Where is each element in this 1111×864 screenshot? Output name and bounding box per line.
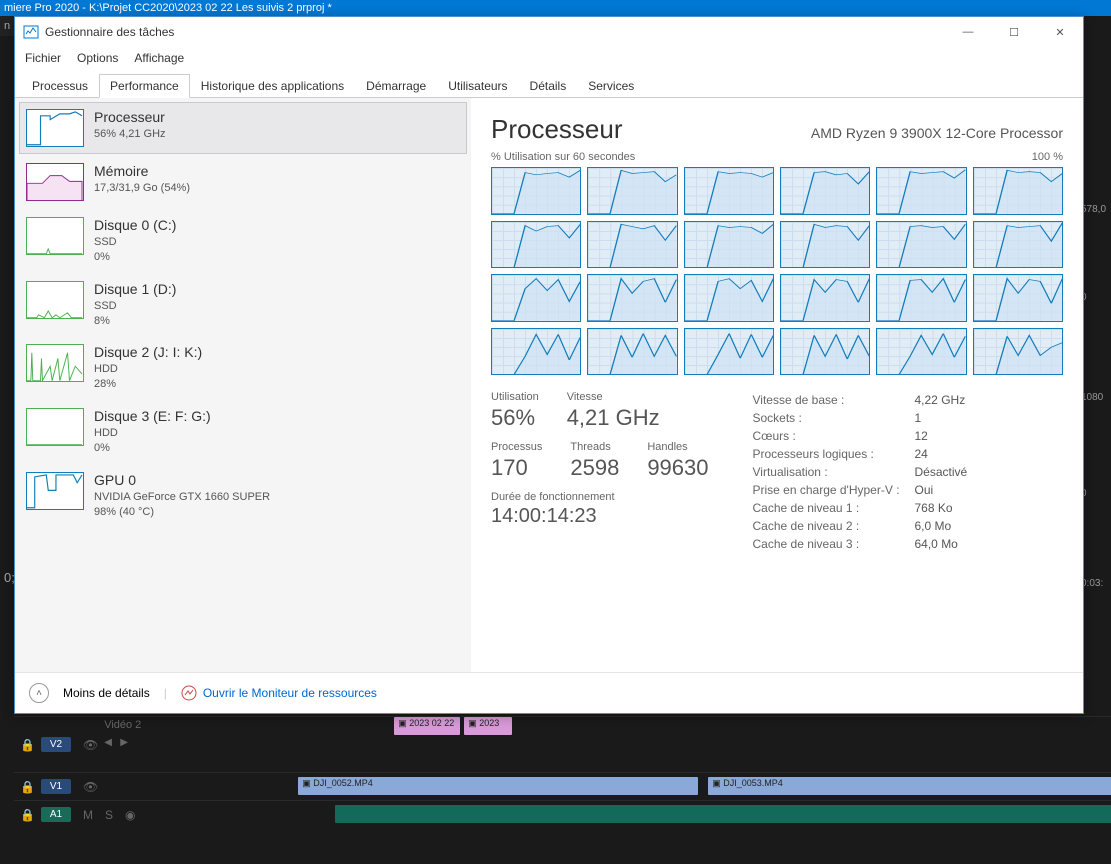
processes-value: 170: [491, 455, 542, 481]
cpu-core-chart: [876, 274, 966, 322]
menu-file[interactable]: Fichier: [25, 51, 61, 65]
cpu-core-chart: [780, 328, 870, 376]
window-title: Gestionnaire des tâches: [45, 25, 945, 39]
cpu-core-chart: [973, 328, 1063, 376]
sidebar-item-cpu[interactable]: Processeur56% 4,21 GHz: [19, 102, 467, 154]
premiere-timeline: 0; 🔒 V2 👁 Vidéo 2 ◀ ▶ ▣ 2023 02 22 ▣ 202…: [14, 716, 1111, 864]
tab-users[interactable]: Utilisateurs: [437, 74, 518, 98]
cpu-core-chart: [491, 221, 581, 269]
task-manager-footer: ˄ Moins de détails | Ouvrir le Moniteur …: [15, 672, 1083, 713]
cpu-core-chart: [587, 221, 677, 269]
tab-performance[interactable]: Performance: [99, 74, 190, 98]
resource-monitor-icon: [181, 685, 197, 701]
sidebar-item-gpu0[interactable]: GPU 0NVIDIA GeForce GTX 1660 SUPER98% (4…: [19, 465, 467, 527]
track-a1[interactable]: A1: [41, 807, 71, 822]
chevron-up-icon[interactable]: ˄: [29, 683, 49, 703]
timeline-clip[interactable]: ▣ DJI_0052.MP4: [298, 777, 698, 795]
sidebar-item-memory[interactable]: Mémoire17,3/31,9 Go (54%): [19, 156, 467, 208]
solo-button[interactable]: S: [105, 808, 113, 822]
cpu-core-chart: [587, 328, 677, 376]
cpu-model: AMD Ryzen 9 3900X 12-Core Processor: [811, 125, 1063, 141]
timeline-audio-clip[interactable]: [335, 805, 1111, 823]
timeline-clip[interactable]: ▣ DJI_0053.MP4: [708, 777, 1111, 795]
track-v2[interactable]: V2: [41, 737, 71, 752]
performance-main-panel: Processeur AMD Ryzen 9 3900X 12-Core Pro…: [471, 98, 1083, 672]
tab-startup[interactable]: Démarrage: [355, 74, 437, 98]
cpu-core-chart: [491, 167, 581, 215]
tab-bar: Processus Performance Historique des app…: [15, 69, 1083, 98]
task-manager-icon: [23, 24, 39, 40]
lock-icon[interactable]: 🔒: [20, 780, 35, 794]
uptime-value: 14:00:14:23: [491, 505, 709, 528]
timeline-clip[interactable]: ▣ 2023 02 22: [394, 717, 460, 735]
eye-icon[interactable]: 👁: [83, 738, 98, 752]
sidebar-item-disk2[interactable]: Disque 2 (J: I: K:)HDD28%: [19, 337, 467, 399]
tab-details[interactable]: Détails: [519, 74, 578, 98]
cpu-core-chart: [587, 167, 677, 215]
sidebar-item-disk3[interactable]: Disque 3 (E: F: G:)HDD0%: [19, 401, 467, 463]
cpu-core-chart: [780, 221, 870, 269]
menu-view[interactable]: Affichage: [134, 51, 184, 65]
lock-icon[interactable]: 🔒: [20, 808, 35, 822]
close-button[interactable]: ✕: [1037, 17, 1083, 47]
minimize-button[interactable]: —: [945, 17, 991, 47]
window-titlebar[interactable]: Gestionnaire des tâches — ☐ ✕: [15, 17, 1083, 47]
cpu-core-chart: [973, 167, 1063, 215]
cpu-core-chart: [587, 274, 677, 322]
cpu-details-table: Vitesse de base :4,22 GHz Sockets :1 Cœu…: [753, 391, 968, 553]
cpu-core-chart: [684, 328, 774, 376]
cpu-core-chart: [780, 274, 870, 322]
lock-icon[interactable]: 🔒: [20, 738, 35, 752]
cpu-core-chart: [780, 167, 870, 215]
chart-axis-label: % Utilisation sur 60 secondes: [491, 151, 635, 163]
cpu-core-chart: [876, 167, 966, 215]
cpu-core-chart: [876, 328, 966, 376]
background-app-title: miere Pro 2020 - K:\Projet CC2020\2023 0…: [0, 0, 1111, 16]
page-title: Processeur: [491, 114, 623, 145]
task-manager-window: Gestionnaire des tâches — ☐ ✕ Fichier Op…: [14, 16, 1084, 714]
open-resource-monitor-link[interactable]: Ouvrir le Moniteur de ressources: [181, 685, 377, 701]
cpu-core-chart: [491, 274, 581, 322]
utilisation-value: 56%: [491, 405, 539, 431]
menu-bar: Fichier Options Affichage: [15, 47, 1083, 69]
fewer-details-button[interactable]: Moins de détails: [63, 686, 150, 700]
tab-processes[interactable]: Processus: [21, 74, 99, 98]
threads-value: 2598: [570, 455, 619, 481]
sidebar-item-disk0[interactable]: Disque 0 (C:)SSD0%: [19, 210, 467, 272]
mute-button[interactable]: M: [83, 808, 93, 822]
sidebar-item-disk1[interactable]: Disque 1 (D:)SSD8%: [19, 274, 467, 336]
cpu-core-chart: [684, 167, 774, 215]
performance-sidebar: Processeur56% 4,21 GHz Mémoire17,3/31,9 …: [15, 98, 471, 672]
handles-value: 99630: [647, 455, 708, 481]
cpu-core-chart: [684, 274, 774, 322]
background-menu-fragment: n: [0, 16, 14, 36]
cpu-core-chart: [491, 328, 581, 376]
record-icon[interactable]: ◉: [125, 808, 135, 822]
cpu-cores-grid[interactable]: [491, 167, 1063, 375]
menu-options[interactable]: Options: [77, 51, 118, 65]
cpu-core-chart: [684, 221, 774, 269]
speed-value: 4,21 GHz: [567, 405, 660, 431]
tab-services[interactable]: Services: [577, 74, 645, 98]
maximize-button[interactable]: ☐: [991, 17, 1037, 47]
cpu-core-chart: [973, 274, 1063, 322]
track-v1[interactable]: V1: [41, 779, 71, 794]
timeline-clip[interactable]: ▣ 2023: [464, 717, 512, 735]
cpu-core-chart: [876, 221, 966, 269]
chart-max-label: 100 %: [1032, 151, 1063, 163]
eye-icon[interactable]: 👁: [83, 780, 98, 794]
tab-app-history[interactable]: Historique des applications: [190, 74, 355, 98]
cpu-core-chart: [973, 221, 1063, 269]
